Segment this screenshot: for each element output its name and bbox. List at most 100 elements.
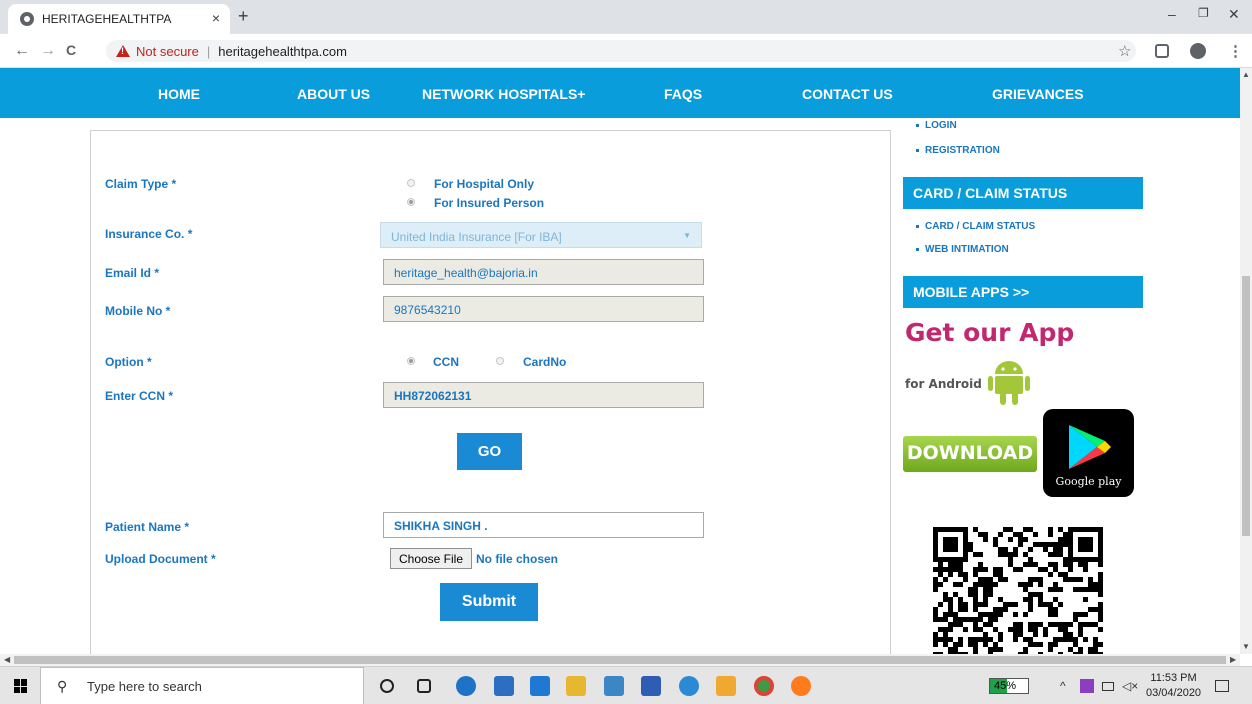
horizontal-scrollbar[interactable]: ◀ ▶ (0, 654, 1240, 666)
patient-name-field[interactable]: SHIKHA SINGH . (383, 512, 704, 538)
mail-icon[interactable] (530, 676, 550, 696)
app-icon[interactable] (716, 676, 736, 696)
get-app-title: Get our App (905, 318, 1075, 347)
url-text: heritagehealthtpa.com (218, 43, 347, 59)
not-secure-label[interactable]: Not secure (136, 44, 199, 59)
no-file-label: No file chosen (476, 552, 559, 566)
ccn-label: Enter CCN * (105, 389, 174, 403)
scroll-right-icon[interactable]: ▶ (1230, 655, 1236, 664)
mobile-apps-heading[interactable]: MOBILE APPS >> (903, 276, 1143, 308)
google-play-badge[interactable]: Google play (1043, 409, 1134, 497)
tray-app-icon[interactable] (1080, 679, 1094, 693)
sidebar-link-card-claim-status[interactable]: CARD / CLAIM STATUS (916, 221, 1035, 232)
dropdown-caret-icon: ▼ (683, 231, 691, 240)
for-android-label: for Android (905, 377, 982, 391)
restore-icon[interactable]: ❐ (1198, 6, 1209, 20)
word-icon[interactable] (641, 676, 661, 696)
nav-about-us[interactable]: ABOUT US (297, 86, 370, 102)
battery-indicator[interactable]: 45% (989, 678, 1029, 694)
submit-button[interactable]: Submit (440, 583, 538, 621)
search-placeholder: Type here to search (87, 679, 202, 694)
android-icon (988, 361, 1030, 405)
horizontal-scroll-thumb[interactable] (14, 656, 1226, 664)
menu-icon[interactable]: ⋮ (1228, 42, 1243, 60)
bullet-icon (916, 247, 919, 251)
site-nav: HOME ABOUT US NETWORK HOSPITALS+ FAQS CO… (0, 68, 1240, 118)
radio-insured-person-label[interactable]: For Insured Person (434, 196, 544, 210)
clock-time: 11:53 PM (1150, 672, 1197, 684)
taskbar-clock[interactable]: 11:53 PM 03/04/2020 (1146, 671, 1201, 701)
bullet-icon (916, 123, 919, 127)
scroll-up-icon[interactable]: ▲ (1242, 70, 1250, 79)
sidebar-link-login[interactable]: LOGIN (916, 120, 957, 131)
radio-ccn[interactable] (407, 357, 415, 365)
nav-home[interactable]: HOME (158, 86, 200, 102)
choose-file-button[interactable]: Choose File (390, 548, 472, 569)
upload-document-label: Upload Document * (105, 552, 216, 566)
download-button[interactable]: DOWNLOAD (903, 436, 1037, 472)
chrome-icon[interactable] (754, 676, 774, 696)
email-field[interactable]: heritage_health@bajoria.in (383, 259, 704, 285)
notifications-icon[interactable] (1215, 680, 1229, 692)
edge-icon[interactable] (456, 676, 476, 696)
nav-contact-us[interactable]: CONTACT US (802, 86, 893, 102)
reload-icon[interactable]: C (66, 42, 76, 58)
scroll-down-icon[interactable]: ▼ (1242, 642, 1250, 651)
patient-name-label: Patient Name * (105, 520, 190, 534)
url-separator: | (206, 43, 211, 59)
nav-network-hospitals[interactable]: NETWORK HOSPITALS+ (422, 86, 585, 102)
taskbar-search-input[interactable]: ⚲ Type here to search (40, 667, 364, 704)
warning-icon (116, 45, 130, 57)
radio-hospital-only-label[interactable]: For Hospital Only (434, 177, 534, 191)
sidebar-link-registration[interactable]: REGISTRATION (916, 145, 1000, 156)
scroll-left-icon[interactable]: ◀ (4, 655, 10, 664)
go-button[interactable]: GO (457, 433, 522, 470)
insurance-select[interactable]: United India Insurance [For IBA] ▼ (380, 222, 702, 248)
radio-cardno[interactable] (496, 357, 504, 365)
window-close-icon[interactable]: ✕ (1228, 6, 1240, 23)
qr-code-image (933, 527, 1103, 654)
browser-tab[interactable]: HERITAGEHEALTHTPA × (8, 4, 230, 34)
new-tab-button[interactable]: + (238, 6, 249, 27)
back-icon[interactable]: ← (14, 42, 30, 60)
windows-start-icon[interactable] (14, 679, 28, 693)
sidebar-link-web-intimation[interactable]: WEB INTIMATION (916, 244, 1009, 255)
forward-icon[interactable]: → (40, 42, 56, 60)
radio-cardno-label[interactable]: CardNo (523, 355, 566, 369)
store-icon[interactable] (494, 676, 514, 696)
volume-icon[interactable]: ◁× (1122, 679, 1138, 693)
task-view-icon[interactable] (417, 679, 431, 693)
bookmark-star-icon[interactable]: ☆ (1118, 42, 1131, 60)
nav-faqs[interactable]: FAQS (664, 86, 702, 102)
tab-close-icon[interactable]: × (212, 10, 220, 26)
file-explorer-icon[interactable] (566, 676, 586, 696)
radio-insured-person[interactable] (407, 198, 415, 206)
mobile-field[interactable]: 9876543210 (383, 296, 704, 322)
extension-icon[interactable] (1155, 44, 1169, 58)
vertical-scrollbar[interactable]: ▲ ▼ (1240, 68, 1252, 654)
tray-chevron-icon[interactable]: ^ (1060, 679, 1066, 693)
search-icon: ⚲ (57, 678, 68, 694)
cortana-icon[interactable] (380, 679, 394, 693)
minimize-icon[interactable]: – (1168, 6, 1176, 22)
profile-icon[interactable] (1190, 43, 1206, 59)
snipping-tool-icon[interactable] (604, 676, 624, 696)
teamviewer-icon[interactable] (679, 676, 699, 696)
radio-hospital-only[interactable] (407, 179, 415, 187)
google-play-label: Google play (1055, 475, 1122, 488)
google-play-icon (1069, 425, 1111, 469)
nav-grievances[interactable]: GRIEVANCES (992, 86, 1084, 102)
firefox-icon[interactable] (791, 676, 811, 696)
network-icon[interactable] (1102, 682, 1114, 691)
email-label: Email Id * (105, 266, 160, 280)
address-bar: ← → C Not secure | heritagehealthtpa.com… (0, 34, 1252, 68)
insurance-label: Insurance Co. * (105, 227, 193, 241)
vertical-scroll-thumb[interactable] (1242, 276, 1250, 536)
insurance-selected-value: United India Insurance [For IBA] (391, 230, 562, 244)
ccn-field[interactable]: HH872062131 (383, 382, 704, 408)
radio-ccn-label[interactable]: CCN (433, 355, 459, 369)
clock-date: 03/04/2020 (1146, 687, 1202, 699)
mobile-label: Mobile No * (105, 304, 171, 318)
url-input[interactable]: Not secure | heritagehealthtpa.com (106, 40, 1136, 62)
bullet-icon (916, 148, 919, 152)
